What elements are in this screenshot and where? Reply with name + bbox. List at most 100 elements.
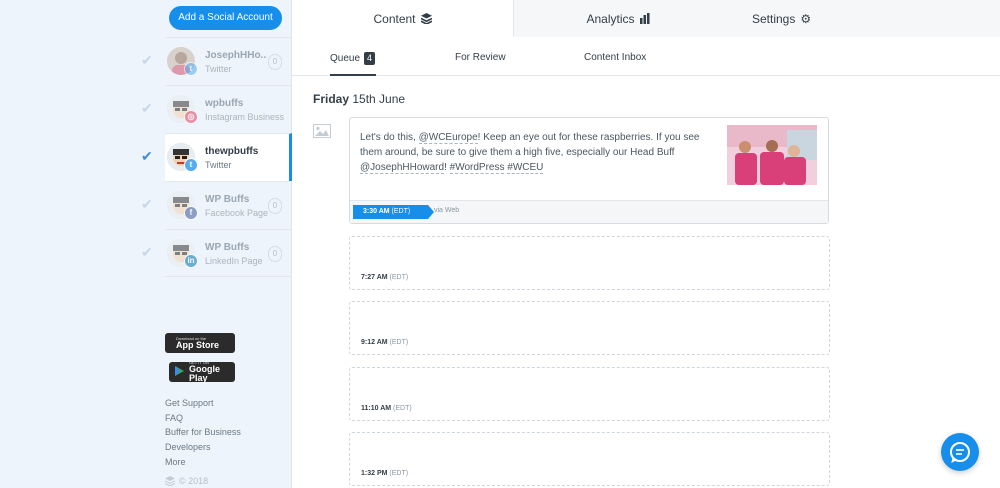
top-tabs: Content Analytics Settings ⚙ xyxy=(292,0,1000,37)
queue-slot[interactable]: 1:32 PM (EDT) xyxy=(349,432,830,486)
copyright: © 2018 xyxy=(165,476,208,486)
queue-slot[interactable]: 7:27 AM (EDT) xyxy=(349,236,830,290)
chat-icon xyxy=(950,442,970,463)
mention-link[interactable]: @WCEurope xyxy=(418,132,478,144)
account-type: Facebook Page xyxy=(205,208,269,218)
post-image[interactable] xyxy=(727,125,817,185)
app-store-badge[interactable]: Download on the App Store xyxy=(165,333,235,353)
account-name: thewpbuffs xyxy=(205,146,259,157)
faq-link[interactable]: FAQ xyxy=(165,411,241,426)
google-play-badge[interactable]: GET IT ON Google Play xyxy=(169,360,235,383)
slot-tz: (EDT) xyxy=(393,405,412,412)
post-text-part: ! xyxy=(444,162,450,173)
account-item-wpbuffs-linkedin[interactable]: ✔ in WP Buffs LinkedIn Page 0 xyxy=(141,229,292,277)
facebook-icon: f xyxy=(184,206,198,220)
account-name: wpbuffs xyxy=(205,98,244,109)
buffer-for-business-link[interactable]: Buffer for Business xyxy=(165,425,241,440)
tab-for-review[interactable]: For Review xyxy=(455,52,506,63)
image-placeholder-icon xyxy=(313,124,331,138)
via-source: via Web xyxy=(434,207,460,214)
sub-tabs: Queue 4 For Review Content Inbox xyxy=(292,37,1000,76)
account-item-thewpbuffs[interactable]: ✔ t thewpbuffs Twitter xyxy=(141,133,292,181)
instagram-icon: ◎ xyxy=(184,110,198,124)
queue-count: 0 xyxy=(268,246,282,262)
account-name: WP Buffs xyxy=(205,242,250,253)
slot-tz: (EDT) xyxy=(389,339,409,346)
hashtag-link[interactable]: #WCEU xyxy=(507,162,544,174)
tab-settings-label: Settings xyxy=(752,11,796,26)
slot-time-value: 9:12 AM xyxy=(361,339,388,346)
post-text: Let's do this, @WCEurope! Keep an eye ou… xyxy=(360,130,710,175)
mention-link[interactable]: @JosephHHoward xyxy=(360,162,445,174)
post-text-part: Let's do this, xyxy=(360,132,419,143)
hashtag-link[interactable]: #WordPress xyxy=(449,162,505,174)
tab-analytics[interactable]: Analytics xyxy=(514,0,724,37)
account-item-wpbuffs-facebook[interactable]: ✔ f WP Buffs Facebook Page 0 xyxy=(141,181,292,229)
day-heading: Friday 15th June xyxy=(313,92,405,106)
tab-content-label: Content xyxy=(373,11,416,26)
check-icon: ✔ xyxy=(141,244,153,260)
post-footer: 3:30 AM (EDT) via Web xyxy=(350,200,828,223)
gear-icon: ⚙ xyxy=(800,11,812,26)
queue-slot[interactable]: 9:12 AM (EDT) xyxy=(349,301,830,355)
layers-icon xyxy=(420,13,432,24)
check-icon: ✔ xyxy=(141,100,153,116)
slot-tz: (EDT) xyxy=(389,274,409,281)
check-icon: ✔ xyxy=(141,148,153,164)
linkedin-icon: in xyxy=(184,254,198,268)
day-date: 15th June xyxy=(352,92,406,106)
day-name: Friday xyxy=(313,92,350,106)
account-item-wpbuffs-instagram[interactable]: ✔ ◎ wpbuffs Instagram Business xyxy=(141,85,292,133)
slot-time: 9:12 AM (EDT) xyxy=(361,339,408,346)
queue-slot[interactable]: 11:10 AM (EDT) xyxy=(349,367,830,421)
slot-time-value: 7:27 AM xyxy=(361,274,388,281)
bar-chart-icon xyxy=(639,13,650,24)
footer-links: Get Support FAQ Buffer for Business Deve… xyxy=(165,396,241,469)
slot-tz: (EDT) xyxy=(389,470,409,477)
account-item-josephhhoward[interactable]: ✔ t JosephHHo... Twitter 0 xyxy=(141,37,292,85)
slot-time: 1:32 PM (EDT) xyxy=(361,470,408,477)
tab-content-inbox-label: Content Inbox xyxy=(584,52,647,63)
tab-content-inbox[interactable]: Content Inbox xyxy=(584,52,646,63)
add-social-account-button[interactable]: Add a Social Account xyxy=(169,6,282,30)
tab-settings[interactable]: Settings ⚙ xyxy=(724,0,1000,37)
slot-time: 11:10 AM (EDT) xyxy=(361,405,412,412)
app-store-small-text: Download on the xyxy=(176,335,207,341)
chat-button[interactable] xyxy=(941,433,979,471)
more-link[interactable]: More xyxy=(165,455,241,470)
copyright-text: © 2018 xyxy=(179,476,209,486)
scheduled-tz: (EDT) xyxy=(391,208,411,215)
active-tab-underline xyxy=(330,74,376,76)
account-name: JosephHHo... xyxy=(205,50,267,61)
account-type: Twitter xyxy=(205,160,232,170)
twitter-icon: t xyxy=(184,62,198,76)
check-icon: ✔ xyxy=(141,52,153,68)
get-support-link[interactable]: Get Support xyxy=(165,396,241,411)
slot-time-value: 11:10 AM xyxy=(361,405,392,412)
twitter-icon: t xyxy=(184,158,198,172)
slot-time-value: 1:32 PM xyxy=(361,470,388,477)
account-name: WP Buffs xyxy=(205,194,250,205)
scheduled-time-pill: 3:30 AM (EDT) xyxy=(353,205,434,219)
queue-count: 0 xyxy=(268,54,282,70)
tab-queue[interactable]: Queue 4 xyxy=(330,52,376,65)
google-play-big-text: Google Play xyxy=(189,364,220,383)
check-icon: ✔ xyxy=(141,196,153,212)
google-play-small-text: GET IT ON xyxy=(189,360,209,365)
developers-link[interactable]: Developers xyxy=(165,440,241,455)
app-store-big-text: App Store xyxy=(176,339,220,350)
queue-count-badge: 4 xyxy=(364,52,376,65)
tab-queue-label: Queue xyxy=(330,53,361,64)
sidebar: Add a Social Account ✔ t JosephHHo... Tw… xyxy=(0,0,292,488)
slot-time: 7:27 AM (EDT) xyxy=(361,274,408,281)
buffer-logo-icon xyxy=(165,476,175,486)
queue-count: 0 xyxy=(268,198,282,214)
tab-for-review-label: For Review xyxy=(455,52,506,63)
google-play-icon xyxy=(175,365,184,379)
account-type: LinkedIn Page xyxy=(205,256,263,266)
tab-analytics-label: Analytics xyxy=(586,11,635,26)
account-type: Twitter xyxy=(205,64,232,74)
tab-content[interactable]: Content xyxy=(292,0,514,37)
queued-post[interactable]: Let's do this, @WCEurope! Keep an eye ou… xyxy=(349,117,829,224)
account-type: Instagram Business xyxy=(205,112,285,122)
